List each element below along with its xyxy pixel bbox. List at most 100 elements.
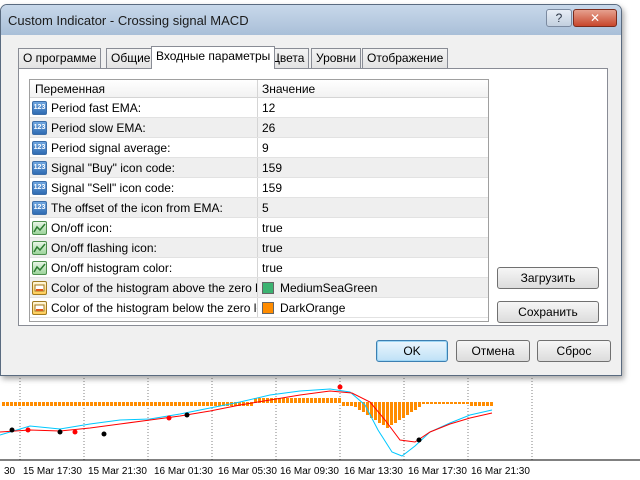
histogram-bar (418, 402, 421, 407)
parameter-value-cell[interactable]: MediumSeaGreen (258, 278, 488, 297)
parameter-name-cell: On/off icon: (30, 218, 258, 237)
histogram-bar (50, 402, 53, 406)
time-label: 16 Mar 21:30 (471, 466, 530, 477)
signal-dot (25, 427, 31, 433)
histogram-bar (414, 402, 417, 410)
histogram-bar (306, 398, 309, 403)
table-row[interactable]: 123 Period signal average: 9 (30, 138, 488, 158)
table-row[interactable]: 123 The offset of the icon from EMA: 5 (30, 198, 488, 218)
parameter-value-cell[interactable]: 26 (258, 118, 488, 137)
parameter-value-cell[interactable]: 12 (258, 98, 488, 117)
histogram-bar (462, 402, 465, 404)
tab-visualization[interactable]: Отображение (362, 48, 449, 68)
title-bar[interactable]: Custom Indicator - Crossing signal MACD … (1, 5, 621, 35)
parameter-value-cell[interactable]: 5 (258, 198, 488, 217)
histogram-bar (290, 398, 293, 403)
window-title: Custom Indicator - Crossing signal MACD (8, 13, 249, 28)
tab-levels[interactable]: Уровни (311, 48, 362, 68)
histogram-bar (398, 402, 401, 420)
cancel-button[interactable]: Отмена (456, 340, 530, 362)
histogram-bar (326, 398, 329, 403)
histogram-bar (178, 402, 181, 406)
number-icon: 123 (32, 100, 47, 115)
color-icon (32, 280, 47, 295)
parameter-name-cell: On/off flashing icon: (30, 238, 258, 257)
table-row[interactable]: 123 Period slow EMA: 26 (30, 118, 488, 138)
column-header-variable[interactable]: Переменная (30, 80, 258, 97)
parameter-value-cell[interactable]: true (258, 238, 488, 257)
histogram-bar (102, 402, 105, 406)
histogram-bar (78, 402, 81, 406)
time-label: 16 Mar 05:30 (218, 466, 277, 477)
tab-about[interactable]: О программе (18, 48, 102, 68)
tab-common[interactable]: Общие (106, 48, 156, 68)
help-button[interactable]: ? (546, 9, 572, 27)
histogram-bar (210, 402, 213, 406)
signal-dot (416, 437, 422, 443)
histogram-bar (10, 402, 13, 406)
histogram-bar (186, 402, 189, 406)
parameter-name: On/off flashing icon: (51, 240, 157, 255)
column-header-value[interactable]: Значение (258, 80, 488, 97)
histogram-bar (130, 402, 133, 406)
parameter-value-cell[interactable]: 159 (258, 178, 488, 197)
histogram-bar (318, 398, 321, 403)
histogram-bar (126, 402, 129, 406)
histogram-bar (442, 402, 445, 404)
parameter-value: 5 (262, 200, 269, 215)
table-row[interactable]: On/off icon: true (30, 218, 488, 238)
load-button[interactable]: Загрузить (497, 267, 599, 289)
boolean-icon (32, 220, 47, 235)
histogram-bar (62, 402, 65, 406)
histogram-bar (166, 402, 169, 406)
table-row[interactable]: 123 Signal "Sell" icon code: 159 (30, 178, 488, 198)
tab-inputs[interactable]: Входные параметры (151, 46, 276, 69)
signal-dot (337, 384, 343, 390)
histogram-bar (150, 402, 153, 406)
parameter-name: Color of the histogram above the zero le… (51, 280, 258, 295)
histogram-bar (2, 402, 5, 406)
time-axis-labels: 30 15 Mar 17:30 15 Mar 21:30 16 Mar 01:30 16… (4, 466, 530, 477)
signal-dots (9, 384, 422, 443)
table-row[interactable]: Color of the histogram above the zero le… (30, 278, 488, 298)
ok-button[interactable]: OK (376, 340, 448, 362)
parameter-name-cell: Color of the histogram below the zero le… (30, 298, 258, 317)
histogram-bar (390, 402, 393, 425)
histogram-bar (90, 402, 93, 406)
close-button[interactable]: ✕ (573, 9, 617, 27)
parameter-value-cell[interactable]: true (258, 258, 488, 277)
number-icon: 123 (32, 160, 47, 175)
histogram-bar (94, 402, 97, 406)
parameter-name: On/off histogram color: (51, 260, 173, 275)
parameter-name-cell: 123 Period slow EMA: (30, 118, 258, 137)
parameter-value: 159 (262, 180, 283, 195)
table-row[interactable]: On/off histogram color: true (30, 258, 488, 278)
histogram-bar (158, 402, 161, 406)
histogram-bar (106, 402, 109, 406)
parameter-value-cell[interactable]: 9 (258, 138, 488, 157)
parameter-name-cell: On/off histogram color: (30, 258, 258, 277)
table-row[interactable]: Color of the histogram below the zero le… (30, 298, 488, 318)
save-button[interactable]: Сохранить (497, 301, 599, 323)
signal-dot (57, 429, 63, 435)
histogram-bar (358, 402, 361, 410)
table-row[interactable]: 123 Signal "Buy" icon code: 159 (30, 158, 488, 178)
histogram-bar (194, 402, 197, 406)
histogram-bar (286, 398, 289, 403)
table-row[interactable]: 123 Period fast EMA: 12 (30, 98, 488, 118)
histogram-bar (14, 402, 17, 406)
reset-button[interactable]: Сброс (537, 340, 611, 362)
table-body: 123 Period fast EMA: 12 123 Period slow EMA:… (30, 98, 488, 318)
parameter-value-cell[interactable]: DarkOrange (258, 298, 488, 317)
histogram-bar (426, 402, 429, 404)
histogram-bar (322, 398, 325, 403)
histogram-bar (146, 402, 149, 406)
histogram-bar (466, 402, 469, 404)
parameter-value-cell[interactable]: true (258, 218, 488, 237)
parameter-value-cell[interactable]: 159 (258, 158, 488, 177)
parameter-value: 9 (262, 140, 269, 155)
table-row[interactable]: On/off flashing icon: true (30, 238, 488, 258)
color-icon (32, 300, 47, 315)
histogram-bar (190, 402, 193, 406)
histogram-bar (430, 402, 433, 404)
